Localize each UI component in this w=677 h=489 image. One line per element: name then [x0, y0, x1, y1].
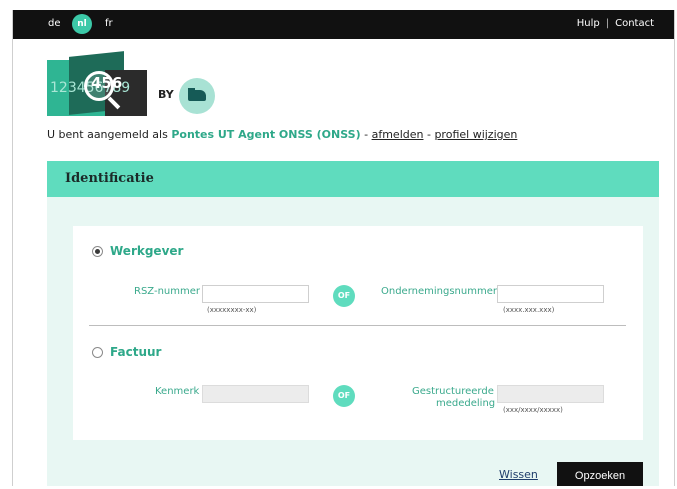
kenmerk-input[interactable] [202, 385, 309, 403]
login-status: U bent aangemeld als Pontes UT Agent ONS… [47, 128, 517, 141]
identification-panel-header: Identificatie [47, 161, 659, 197]
language-de-link[interactable]: de [48, 18, 61, 29]
page: de nl fr Hulp | Contact 123456789 456 BY U… [0, 0, 677, 486]
structured-message-label-line1: Gestructureerde [412, 386, 494, 397]
rsz-number-input[interactable] [202, 285, 309, 303]
partner-logo-icon [179, 78, 215, 114]
language-fr-link[interactable]: fr [105, 18, 113, 29]
rsz-number-hint: (xxxxxxxx-xx) [207, 306, 257, 314]
logo-highlight-number: 456 [91, 74, 123, 92]
rsz-number-label: RSZ-nummer [134, 286, 201, 297]
logout-link[interactable]: afmelden [372, 128, 424, 141]
logged-in-user: Pontes UT Agent ONSS (ONSS) [171, 128, 361, 141]
factuur-label: Factuur [110, 345, 162, 359]
by-label: BY [158, 88, 174, 101]
app-logo[interactable]: 123456789 456 [47, 51, 152, 118]
page-border-right [674, 10, 675, 486]
search-button[interactable]: Opzoeken [557, 462, 643, 486]
help-link[interactable]: Hulp [577, 18, 600, 29]
contact-link[interactable]: Contact [615, 18, 654, 29]
enterprise-number-label: Ondernemingsnummer [381, 286, 497, 297]
enterprise-number-input[interactable] [497, 285, 604, 303]
structured-message-label-line2: mededeling [436, 398, 496, 409]
enterprise-number-hint: (xxxx.xxx.xxx) [503, 306, 555, 314]
toplinks-separator: | [605, 18, 610, 29]
clear-link[interactable]: Wissen [499, 468, 538, 481]
or-badge-werkgever: OF [333, 285, 355, 307]
werkgever-label: Werkgever [110, 244, 184, 258]
page-border-left [12, 10, 13, 486]
language-nl-active[interactable]: nl [72, 14, 92, 34]
status-separator: - [426, 128, 431, 141]
panel-title: Identificatie [65, 171, 154, 186]
edit-profile-link[interactable]: profiel wijzigen [434, 128, 517, 141]
structured-message-hint: (xxx/xxxx/xxxxx) [503, 406, 563, 414]
login-prefix: U bent aangemeld als [47, 128, 168, 141]
section-divider [89, 325, 626, 326]
or-badge-factuur: OF [333, 385, 355, 407]
top-links: Hulp | Contact [577, 18, 654, 29]
structured-message-input[interactable] [497, 385, 604, 403]
kenmerk-label: Kenmerk [155, 386, 200, 397]
werkgever-radio[interactable] [92, 246, 103, 257]
factuur-radio[interactable] [92, 347, 103, 358]
top-bar: de nl fr Hulp | Contact [13, 10, 674, 39]
status-separator: - [364, 128, 369, 141]
